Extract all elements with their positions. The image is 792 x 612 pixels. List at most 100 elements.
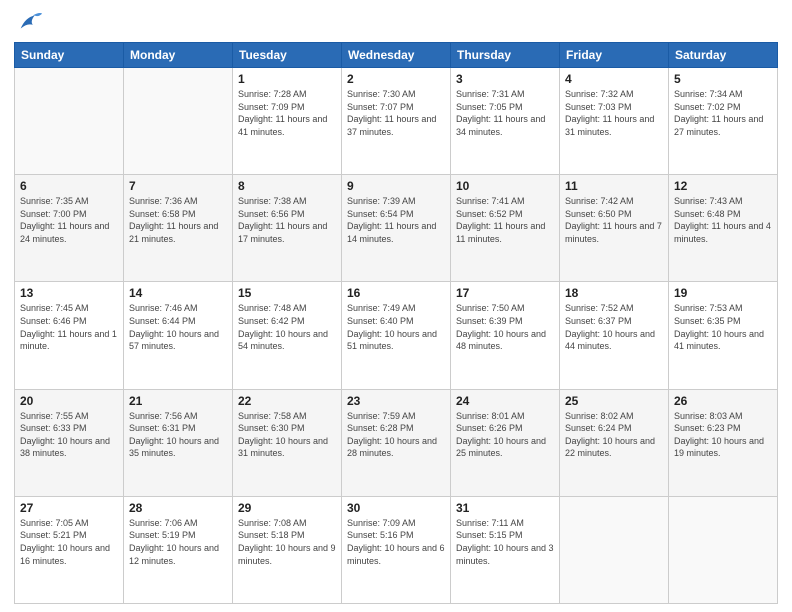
day-info: Sunrise: 7:08 AM Sunset: 5:18 PM Dayligh… [238,517,336,567]
day-info: Sunrise: 7:50 AM Sunset: 6:39 PM Dayligh… [456,302,554,352]
calendar-header-thursday: Thursday [451,43,560,68]
calendar-header-saturday: Saturday [669,43,778,68]
day-info: Sunrise: 7:55 AM Sunset: 6:33 PM Dayligh… [20,410,118,460]
calendar-cell [15,68,124,175]
calendar-header-monday: Monday [124,43,233,68]
calendar-cell: 26 Sunrise: 8:03 AM Sunset: 6:23 PM Dayli… [669,389,778,496]
day-number: 24 [456,394,554,408]
day-info: Sunrise: 7:39 AM Sunset: 6:54 PM Dayligh… [347,195,445,245]
day-number: 19 [674,286,772,300]
calendar-cell: 5 Sunrise: 7:34 AM Sunset: 7:02 PM Daylig… [669,68,778,175]
day-number: 30 [347,501,445,515]
calendar-cell: 2 Sunrise: 7:30 AM Sunset: 7:07 PM Daylig… [342,68,451,175]
day-number: 1 [238,72,336,86]
day-number: 31 [456,501,554,515]
day-number: 8 [238,179,336,193]
day-info: Sunrise: 7:42 AM Sunset: 6:50 PM Dayligh… [565,195,663,245]
day-number: 4 [565,72,663,86]
day-info: Sunrise: 7:56 AM Sunset: 6:31 PM Dayligh… [129,410,227,460]
calendar-cell: 15 Sunrise: 7:48 AM Sunset: 6:42 PM Dayli… [233,282,342,389]
calendar-cell: 14 Sunrise: 7:46 AM Sunset: 6:44 PM Dayli… [124,282,233,389]
calendar-cell: 12 Sunrise: 7:43 AM Sunset: 6:48 PM Dayli… [669,175,778,282]
day-info: Sunrise: 7:41 AM Sunset: 6:52 PM Dayligh… [456,195,554,245]
calendar-cell: 4 Sunrise: 7:32 AM Sunset: 7:03 PM Daylig… [560,68,669,175]
calendar-week-row: 1 Sunrise: 7:28 AM Sunset: 7:09 PM Daylig… [15,68,778,175]
calendar-cell: 17Sunrise: 7:50 AM Sunset: 6:39 PM Dayli… [451,282,560,389]
logo [14,10,44,36]
day-number: 29 [238,501,336,515]
calendar-cell: 28 Sunrise: 7:06 AM Sunset: 5:19 PM Dayli… [124,496,233,603]
calendar-cell [560,496,669,603]
calendar-cell: 21 Sunrise: 7:56 AM Sunset: 6:31 PM Dayli… [124,389,233,496]
day-info: Sunrise: 7:53 AM Sunset: 6:35 PM Dayligh… [674,302,772,352]
day-number: 10 [456,179,554,193]
day-info: Sunrise: 7:43 AM Sunset: 6:48 PM Dayligh… [674,195,772,245]
calendar-cell: 22Sunrise: 7:58 AM Sunset: 6:30 PM Dayli… [233,389,342,496]
header [14,10,778,36]
calendar-cell [124,68,233,175]
day-number: 13 [20,286,118,300]
day-info: Sunrise: 7:45 AM Sunset: 6:46 PM Dayligh… [20,302,118,352]
calendar-cell: 11 Sunrise: 7:42 AM Sunset: 6:50 PM Dayli… [560,175,669,282]
day-number: 28 [129,501,227,515]
day-number: 15 [238,286,336,300]
day-number: 14 [129,286,227,300]
day-info: Sunrise: 7:28 AM Sunset: 7:09 PM Dayligh… [238,88,336,138]
calendar-cell: 20 Sunrise: 7:55 AM Sunset: 6:33 PM Dayli… [15,389,124,496]
calendar-header-friday: Friday [560,43,669,68]
calendar-cell: 29 Sunrise: 7:08 AM Sunset: 5:18 PM Dayli… [233,496,342,603]
day-info: Sunrise: 7:48 AM Sunset: 6:42 PM Dayligh… [238,302,336,352]
day-info: Sunrise: 7:09 AM Sunset: 5:16 PM Dayligh… [347,517,445,567]
day-info: Sunrise: 7:30 AM Sunset: 7:07 PM Dayligh… [347,88,445,138]
calendar-cell: 9 Sunrise: 7:39 AM Sunset: 6:54 PM Daylig… [342,175,451,282]
calendar-cell: 18 Sunrise: 7:52 AM Sunset: 6:37 PM Dayli… [560,282,669,389]
calendar-header-row: SundayMondayTuesdayWednesdayThursdayFrid… [15,43,778,68]
day-info: Sunrise: 7:11 AM Sunset: 5:15 PM Dayligh… [456,517,554,567]
day-number: 18 [565,286,663,300]
day-number: 27 [20,501,118,515]
calendar-cell: 6Sunrise: 7:35 AM Sunset: 7:00 PM Daylig… [15,175,124,282]
day-info: Sunrise: 7:52 AM Sunset: 6:37 PM Dayligh… [565,302,663,352]
day-number: 16 [347,286,445,300]
logo-bird-icon [16,8,44,36]
day-number: 9 [347,179,445,193]
day-number: 21 [129,394,227,408]
day-info: Sunrise: 7:35 AM Sunset: 7:00 PM Dayligh… [20,195,118,245]
day-info: Sunrise: 7:49 AM Sunset: 6:40 PM Dayligh… [347,302,445,352]
day-number: 23 [347,394,445,408]
calendar-cell: 25 Sunrise: 8:02 AM Sunset: 6:24 PM Dayli… [560,389,669,496]
day-info: Sunrise: 8:02 AM Sunset: 6:24 PM Dayligh… [565,410,663,460]
day-info: Sunrise: 7:32 AM Sunset: 7:03 PM Dayligh… [565,88,663,138]
calendar-cell: 7 Sunrise: 7:36 AM Sunset: 6:58 PM Daylig… [124,175,233,282]
calendar-cell: 27Sunrise: 7:05 AM Sunset: 5:21 PM Dayli… [15,496,124,603]
calendar-cell: 10 Sunrise: 7:41 AM Sunset: 6:52 PM Dayli… [451,175,560,282]
calendar-header-tuesday: Tuesday [233,43,342,68]
day-number: 12 [674,179,772,193]
calendar-cell: 19 Sunrise: 7:53 AM Sunset: 6:35 PM Dayli… [669,282,778,389]
day-info: Sunrise: 7:36 AM Sunset: 6:58 PM Dayligh… [129,195,227,245]
day-number: 2 [347,72,445,86]
day-info: Sunrise: 7:46 AM Sunset: 6:44 PM Dayligh… [129,302,227,352]
day-number: 11 [565,179,663,193]
calendar-week-row: 20 Sunrise: 7:55 AM Sunset: 6:33 PM Dayli… [15,389,778,496]
day-info: Sunrise: 7:59 AM Sunset: 6:28 PM Dayligh… [347,410,445,460]
day-number: 20 [20,394,118,408]
page: SundayMondayTuesdayWednesdayThursdayFrid… [0,0,792,612]
calendar-table: SundayMondayTuesdayWednesdayThursdayFrid… [14,42,778,604]
day-info: Sunrise: 7:06 AM Sunset: 5:19 PM Dayligh… [129,517,227,567]
calendar-cell: 3Sunrise: 7:31 AM Sunset: 7:05 PM Daylig… [451,68,560,175]
day-number: 5 [674,72,772,86]
day-info: Sunrise: 8:03 AM Sunset: 6:23 PM Dayligh… [674,410,772,460]
day-number: 7 [129,179,227,193]
day-number: 25 [565,394,663,408]
day-info: Sunrise: 7:34 AM Sunset: 7:02 PM Dayligh… [674,88,772,138]
day-info: Sunrise: 7:58 AM Sunset: 6:30 PM Dayligh… [238,410,336,460]
calendar-week-row: 6Sunrise: 7:35 AM Sunset: 7:00 PM Daylig… [15,175,778,282]
day-number: 3 [456,72,554,86]
calendar-header-sunday: Sunday [15,43,124,68]
day-number: 26 [674,394,772,408]
calendar-cell: 23 Sunrise: 7:59 AM Sunset: 6:28 PM Dayli… [342,389,451,496]
calendar-week-row: 13 Sunrise: 7:45 AM Sunset: 6:46 PM Dayli… [15,282,778,389]
calendar-cell: 31 Sunrise: 7:11 AM Sunset: 5:15 PM Dayli… [451,496,560,603]
calendar-header-wednesday: Wednesday [342,43,451,68]
